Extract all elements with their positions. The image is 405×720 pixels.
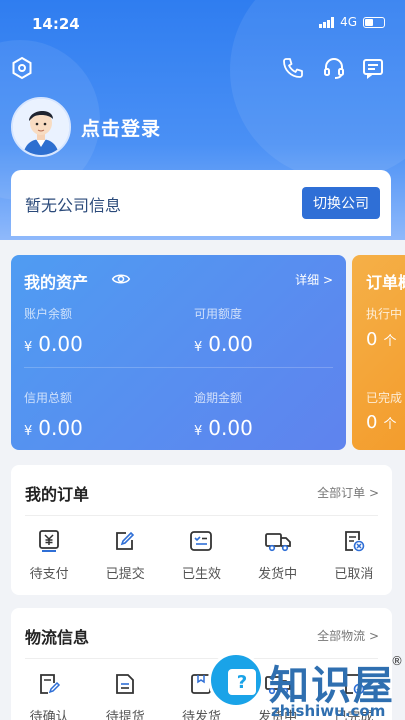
available-cell: 可用额度 ¥0.00 [194, 307, 253, 356]
avatar[interactable] [11, 97, 71, 157]
edit-doc-icon [111, 527, 139, 555]
assets-card: 我的资产 详细 > 账户余额 ¥0.00 可用额度 ¥0.00 信用总额 ¥0.… [11, 255, 346, 450]
all-logistics-link[interactable]: 全部物流 > [317, 627, 379, 644]
order-cancelled[interactable]: 已取消 [316, 527, 392, 582]
yuan-doc-icon [35, 527, 63, 555]
watermark: ? 知识屋 ® zhishiwu.com [205, 650, 405, 720]
switch-company-button[interactable]: 切换公司 [302, 187, 380, 219]
order-shipping[interactable]: 发货中 [240, 527, 316, 582]
watermark-logo-icon: ? [208, 652, 264, 708]
battery-icon [363, 16, 385, 28]
executing-label: 执行中 [366, 307, 403, 321]
available-value: 0.00 [208, 332, 253, 356]
assets-detail-link[interactable]: 详细 > [295, 271, 333, 288]
order-pending-payment[interactable]: 待支付 [11, 527, 87, 582]
status-bar: 14:24 4G [0, 0, 405, 48]
overdue-cell: 逾期金额 ¥0.00 [194, 391, 253, 440]
checklist-icon [187, 527, 215, 555]
credit-cell: 信用总额 ¥0.00 [24, 391, 83, 440]
available-label: 可用额度 [194, 307, 243, 321]
order-effective[interactable]: 已生效 [163, 527, 239, 582]
executing-value: 0 [366, 329, 378, 350]
divider [24, 367, 333, 368]
order-submitted[interactable]: 已提交 [87, 527, 163, 582]
edit-doc-icon [35, 670, 63, 698]
order-stats-title: 订单概 [366, 273, 405, 292]
divider [25, 515, 378, 516]
my-orders-title: 我的订单 [25, 485, 90, 504]
company-label: 暂无公司信息 [25, 196, 122, 215]
credit-value: 0.00 [38, 416, 83, 440]
balance-label: 账户余额 [24, 307, 73, 321]
completed-value: 0 [366, 412, 378, 433]
cancel-doc-icon [340, 527, 368, 555]
logistics-to-confirm[interactable]: 待确认 [11, 670, 87, 720]
balance-cell: 账户余额 ¥0.00 [24, 307, 83, 356]
all-orders-link[interactable]: 全部订单 > [317, 484, 379, 501]
credit-label: 信用总额 [24, 391, 73, 405]
watermark-url: zhishiwu.com [271, 702, 386, 720]
settings-icon[interactable] [8, 54, 36, 82]
balance-value: 0.00 [38, 332, 83, 356]
assets-title: 我的资产 [24, 273, 89, 292]
login-link[interactable]: 点击登录 [81, 114, 161, 141]
overdue-value: 0.00 [208, 416, 253, 440]
my-orders-panel: 我的订单 全部订单 > 待支付 已提交 已生效 发货中 已取消 [11, 465, 392, 595]
signal-icon [319, 16, 335, 28]
eye-icon[interactable] [111, 269, 131, 293]
network-label: 4G [340, 15, 357, 29]
phone-icon[interactable] [279, 54, 307, 82]
completed-label: 已完成 [366, 391, 403, 405]
status-time: 14:24 [32, 15, 80, 33]
message-icon[interactable] [359, 54, 387, 82]
logistics-to-pickup[interactable]: 待提货 [87, 670, 163, 720]
company-card: 暂无公司信息 切换公司 [11, 170, 391, 236]
order-stats-card[interactable]: 订单概 执行中 0个 已完成 0个 [352, 255, 405, 450]
headset-icon[interactable] [320, 54, 348, 82]
overdue-label: 逾期金额 [194, 391, 243, 405]
doc-icon [111, 670, 139, 698]
logistics-title: 物流信息 [25, 628, 90, 647]
truck-icon [264, 527, 292, 555]
